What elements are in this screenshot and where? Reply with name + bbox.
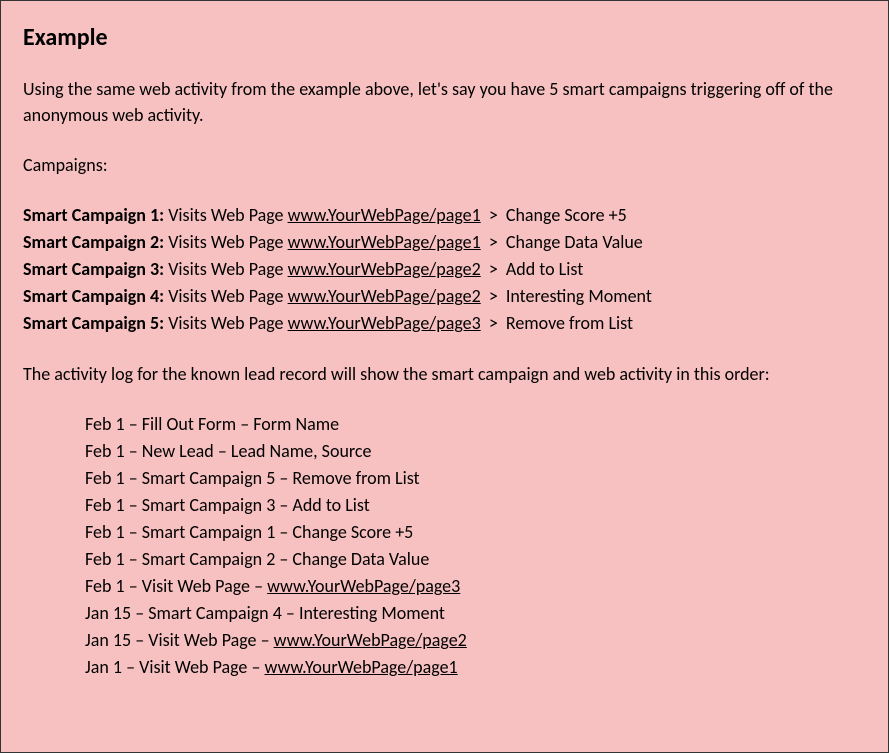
campaign-row: Smart Campaign 4: Visits Web Page www.Yo…: [23, 283, 866, 310]
dash: –: [131, 629, 148, 651]
log-event: Fill Out Form: [142, 413, 236, 435]
log-row: Feb 1 – Smart Campaign 3 – Add to List: [85, 492, 866, 519]
chevron-right-icon: >: [485, 231, 502, 253]
example-panel: Example Using the same web activity from…: [0, 0, 889, 753]
campaign-row: Smart Campaign 3: Visits Web Page www.Yo…: [23, 256, 866, 283]
intro-text: Using the same web activity from the exa…: [23, 76, 866, 128]
dash: –: [125, 440, 142, 462]
log-detail: Interesting Moment: [299, 602, 445, 624]
dash: –: [257, 629, 274, 651]
log-row: Feb 1 – New Lead – Lead Name, Source: [85, 438, 866, 465]
campaign-prefix: Visits Web Page: [168, 285, 287, 307]
log-detail: Change Score +5: [292, 521, 413, 543]
campaign-row: Smart Campaign 2: Visits Web Page www.Yo…: [23, 229, 866, 256]
dash: –: [275, 548, 292, 570]
dash: –: [247, 656, 264, 678]
campaign-list: Smart Campaign 1: Visits Web Page www.Yo…: [23, 202, 866, 337]
campaign-label: Smart Campaign 3:: [23, 258, 164, 280]
dash: –: [125, 494, 142, 516]
log-date: Feb 1: [85, 467, 125, 489]
log-row: Feb 1 – Visit Web Page – www.YourWebPage…: [85, 573, 866, 600]
log-row: Feb 1 – Smart Campaign 5 – Remove from L…: [85, 465, 866, 492]
log-date: Feb 1: [85, 575, 125, 597]
log-date: Feb 1: [85, 521, 125, 543]
dash: –: [275, 521, 292, 543]
campaigns-subhead: Campaigns:: [23, 152, 866, 178]
log-row: Jan 1 – Visit Web Page – www.YourWebPage…: [85, 654, 866, 681]
campaign-prefix: Visits Web Page: [168, 231, 287, 253]
log-detail: www.YourWebPage/page3: [267, 575, 460, 597]
log-event: Smart Campaign 4: [148, 602, 282, 624]
log-row: Jan 15 – Visit Web Page – www.YourWebPag…: [85, 627, 866, 654]
chevron-right-icon: >: [485, 258, 502, 280]
log-event: Visit Web Page: [139, 656, 247, 678]
log-detail: Remove from List: [292, 467, 419, 489]
campaign-action: Add to List: [506, 258, 583, 280]
campaign-url: www.YourWebPage/page1: [288, 204, 481, 226]
campaign-url: www.YourWebPage/page1: [288, 231, 481, 253]
campaign-action: Change Data Value: [506, 231, 643, 253]
campaign-label: Smart Campaign 5:: [23, 312, 164, 334]
log-detail: Form Name: [253, 413, 339, 435]
campaign-prefix: Visits Web Page: [168, 204, 287, 226]
dash: –: [125, 548, 142, 570]
log-date: Feb 1: [85, 548, 125, 570]
log-event: Smart Campaign 1: [142, 521, 276, 543]
dash: –: [125, 413, 142, 435]
campaign-row: Smart Campaign 5: Visits Web Page www.Yo…: [23, 310, 866, 337]
dash: –: [236, 413, 253, 435]
log-detail: Change Data Value: [292, 548, 429, 570]
campaign-action: Interesting Moment: [506, 285, 652, 307]
chevron-right-icon: >: [485, 285, 502, 307]
outro-text: The activity log for the known lead reco…: [23, 361, 866, 387]
campaign-url: www.YourWebPage/page2: [288, 258, 481, 280]
log-event: Smart Campaign 2: [142, 548, 276, 570]
dash: –: [275, 494, 292, 516]
campaign-prefix: Visits Web Page: [168, 258, 287, 280]
log-event: Smart Campaign 5: [142, 467, 276, 489]
log-event: Visit Web Page: [148, 629, 256, 651]
log-detail: Add to List: [292, 494, 369, 516]
dash: –: [282, 602, 299, 624]
dash: –: [125, 521, 142, 543]
dash: –: [125, 575, 142, 597]
campaign-row: Smart Campaign 1: Visits Web Page www.Yo…: [23, 202, 866, 229]
dash: –: [122, 656, 139, 678]
log-detail: www.YourWebPage/page1: [265, 656, 458, 678]
dash: –: [250, 575, 267, 597]
log-date: Jan 1: [85, 656, 122, 678]
log-row: Jan 15 – Smart Campaign 4 – Interesting …: [85, 600, 866, 627]
campaign-label: Smart Campaign 4:: [23, 285, 164, 307]
log-detail: Lead Name, Source: [231, 440, 372, 462]
campaign-prefix: Visits Web Page: [168, 312, 287, 334]
dash: –: [131, 602, 148, 624]
campaign-url: www.YourWebPage/page3: [288, 312, 481, 334]
log-date: Feb 1: [85, 494, 125, 516]
log-detail: www.YourWebPage/page2: [274, 629, 467, 651]
log-event: Visit Web Page: [142, 575, 250, 597]
log-date: Jan 15: [85, 629, 131, 651]
chevron-right-icon: >: [485, 204, 502, 226]
log-date: Feb 1: [85, 413, 125, 435]
log-event: New Lead: [142, 440, 214, 462]
dash: –: [214, 440, 231, 462]
log-row: Feb 1 – Fill Out Form – Form Name: [85, 411, 866, 438]
log-row: Feb 1 – Smart Campaign 1 – Change Score …: [85, 519, 866, 546]
log-event: Smart Campaign 3: [142, 494, 276, 516]
campaign-action: Remove from List: [506, 312, 633, 334]
dash: –: [275, 467, 292, 489]
log-row: Feb 1 – Smart Campaign 2 – Change Data V…: [85, 546, 866, 573]
campaign-action: Change Score +5: [506, 204, 627, 226]
chevron-right-icon: >: [485, 312, 502, 334]
log-date: Feb 1: [85, 440, 125, 462]
example-title: Example: [23, 21, 866, 56]
log-date: Jan 15: [85, 602, 131, 624]
campaign-url: www.YourWebPage/page2: [288, 285, 481, 307]
dash: –: [125, 467, 142, 489]
activity-log: Feb 1 – Fill Out Form – Form Name Feb 1 …: [23, 411, 866, 681]
campaign-label: Smart Campaign 2:: [23, 231, 164, 253]
campaign-label: Smart Campaign 1:: [23, 204, 164, 226]
